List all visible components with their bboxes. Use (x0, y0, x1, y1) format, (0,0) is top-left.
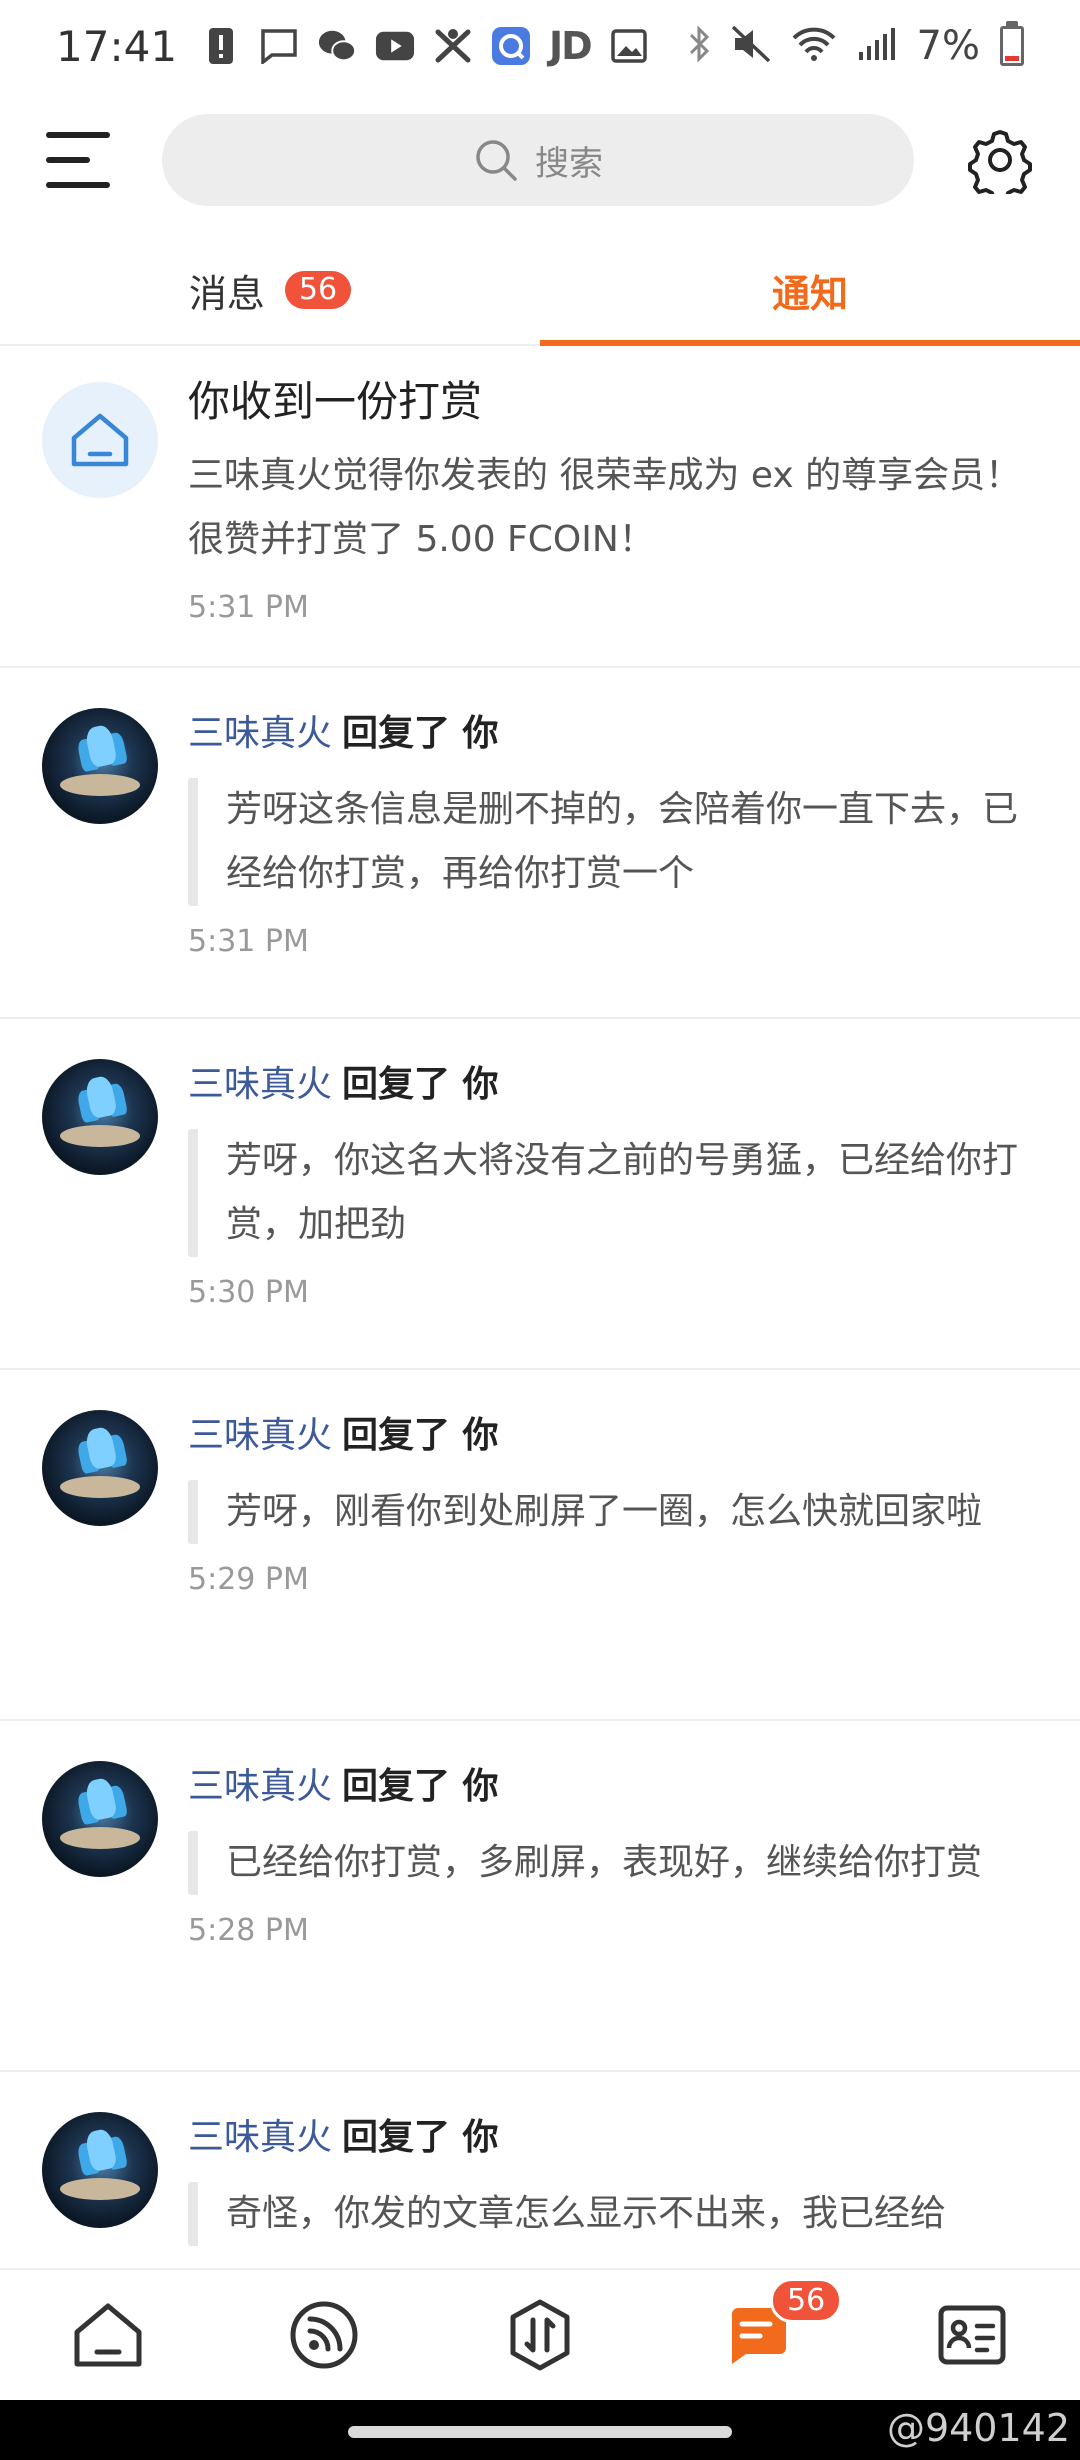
list-item[interactable]: 三味真火 回复了 你 芳呀，刚看你到处刷屏了一圈，怎么快就回家啦 5:29 PM (0, 1370, 1080, 1721)
reply-action: 回复了 你 (342, 1766, 499, 1807)
status-time: 17:41 (56, 21, 178, 71)
mute-icon (731, 25, 771, 67)
jd-app-icon: JD (549, 24, 593, 68)
notification-time: 5:31 PM (188, 590, 309, 625)
app-x-icon (433, 26, 473, 66)
avatar[interactable] (42, 1761, 158, 1877)
battery-icon (1000, 21, 1024, 66)
reply-text: 奇怪，你发的文章怎么显示不出来，我已经给 (188, 2182, 1034, 2246)
reply-action: 回复了 你 (342, 2117, 499, 2158)
reply-text: 芳呀这条信息是删不掉的，会陪着你一直下去，已经给你打赏，再给你打赏一个 (188, 778, 1034, 906)
reply-time: 5:29 PM (188, 1562, 309, 1597)
status-system-icons: 7% (687, 21, 1024, 69)
reply-username[interactable]: 三味真火 (188, 1766, 332, 1807)
reply-header: 三味真火 回复了 你 (188, 1059, 1034, 1111)
settings-gear-icon[interactable] (966, 126, 1034, 204)
home-gesture-handle[interactable] (348, 2426, 732, 2438)
tab-notifications-label: 通知 (771, 271, 848, 316)
nav-home[interactable] (0, 2270, 216, 2400)
reply-username[interactable]: 三味真火 (188, 1415, 332, 1456)
video-play-icon (375, 26, 415, 66)
reply-time: 5:30 PM (188, 1275, 309, 1310)
list-item[interactable]: 三味真火 回复了 你 已经给你打赏，多刷屏，表现好，继续给你打赏 5:28 PM (0, 1721, 1080, 2072)
status-bar: 17:41 JD 7% (0, 0, 1080, 92)
reply-text: 已经给你打赏，多刷屏，表现好，继续给你打赏 (188, 1831, 1034, 1895)
search-icon (476, 140, 517, 181)
tab-notifications[interactable]: 通知 (540, 236, 1080, 346)
search-bar[interactable]: 搜索 (162, 114, 914, 206)
tab-messages-badge: 56 (284, 271, 352, 309)
feed-icon (290, 2301, 358, 2369)
home-icon (74, 2303, 142, 2367)
reply-text: 芳呀，刚看你到处刷屏了一圈，怎么快就回家啦 (188, 1480, 1034, 1544)
avatar[interactable] (42, 1410, 158, 1526)
alert-icon (201, 26, 241, 66)
status-notification-icons: JD (201, 24, 649, 68)
chat-bubble-icon (259, 26, 299, 66)
system-gesture-bar: @940142 (0, 2400, 1080, 2460)
reply-time: 5:28 PM (188, 1913, 309, 1948)
reply-header: 三味真火 回复了 你 (188, 1761, 1034, 1813)
list-item[interactable]: 三味真火 回复了 你 芳呀，你这名大将没有之前的号勇猛，已经给你打赏，加把劲 5:… (0, 1019, 1080, 1370)
reply-time: 5:31 PM (188, 924, 309, 959)
signal-icon (857, 26, 897, 66)
trade-icon (510, 2299, 570, 2371)
avatar[interactable] (42, 1059, 158, 1175)
wifi-icon (791, 26, 837, 66)
avatar[interactable] (42, 2112, 158, 2228)
battery-percent: 7% (916, 23, 980, 69)
nav-messages[interactable]: 56 (648, 2270, 864, 2400)
menu-icon[interactable] (46, 132, 110, 188)
tab-messages[interactable]: 消息 56 (0, 236, 540, 344)
nav-trade[interactable] (432, 2270, 648, 2400)
image-icon (609, 26, 649, 66)
reply-action: 回复了 你 (342, 1064, 499, 1105)
reply-username[interactable]: 三味真火 (188, 2117, 332, 2158)
reply-header: 三味真火 回复了 你 (188, 708, 1034, 760)
nav-profile[interactable] (864, 2270, 1080, 2400)
app-header: 搜索 (0, 100, 1080, 220)
watermark: @940142 (886, 2406, 1070, 2450)
notification-body: 三味真火觉得你发表的 很荣幸成为 ex 的尊享会员！ 很赞并打赏了 5.00 F… (188, 455, 1022, 560)
tab-messages-label: 消息 (188, 271, 265, 316)
reply-username[interactable]: 三味真火 (188, 1064, 332, 1105)
browser-app-icon (491, 26, 531, 66)
nav-messages-badge: 56 (770, 2278, 843, 2323)
wechat-icon (317, 26, 357, 66)
list-item[interactable]: 你收到一份打赏 三味真火觉得你发表的 很荣幸成为 ex 的尊享会员！ 很赞并打赏… (0, 348, 1080, 668)
bluetooth-icon (687, 25, 711, 67)
notification-list[interactable]: 你收到一份打赏 三味真火觉得你发表的 很荣幸成为 ex 的尊享会员！ 很赞并打赏… (0, 348, 1080, 2268)
search-placeholder: 搜索 (535, 143, 603, 184)
list-item[interactable]: 三味真火 回复了 你 芳呀这条信息是删不掉的，会陪着你一直下去，已经给你打赏，再给… (0, 668, 1080, 1019)
reply-header: 三味真火 回复了 你 (188, 2112, 1034, 2164)
notification-title: 你收到一份打赏 (188, 377, 483, 426)
house-icon (42, 382, 158, 498)
nav-feed[interactable] (216, 2270, 432, 2400)
reply-header: 三味真火 回复了 你 (188, 1410, 1034, 1462)
list-item[interactable]: 三味真火 回复了 你 奇怪，你发的文章怎么显示不出来，我已经给 (0, 2072, 1080, 2268)
bottom-nav: 56 (0, 2268, 1080, 2400)
profile-card-icon (938, 2305, 1006, 2365)
reply-text: 芳呀，你这名大将没有之前的号勇猛，已经给你打赏，加把劲 (188, 1129, 1034, 1257)
reply-action: 回复了 你 (342, 713, 499, 754)
avatar[interactable] (42, 708, 158, 824)
reply-action: 回复了 你 (342, 1415, 499, 1456)
reply-username[interactable]: 三味真火 (188, 713, 332, 754)
tab-bar: 消息 56 通知 (0, 236, 1080, 346)
